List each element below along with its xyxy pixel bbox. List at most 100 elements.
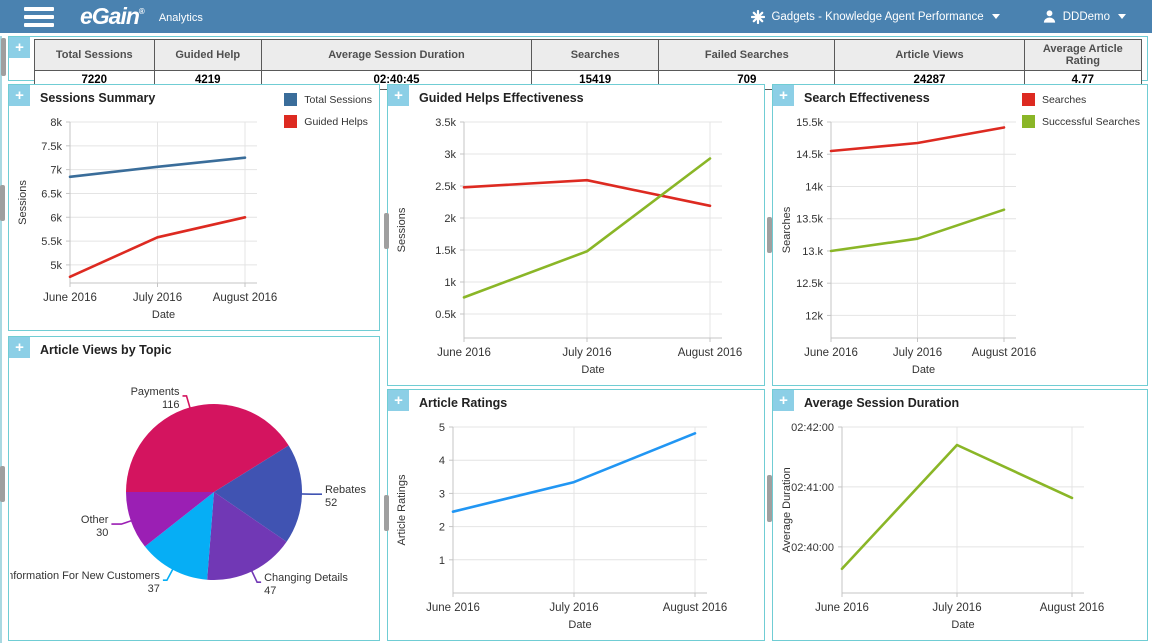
svg-text:August 2016: August 2016: [213, 292, 278, 304]
egain-logo: eGain®: [80, 3, 145, 30]
legend-entry: Total Sessions: [284, 93, 372, 106]
user-icon: [1042, 9, 1057, 24]
add-gadget-button[interactable]: +: [773, 85, 794, 106]
svg-text:2: 2: [439, 522, 445, 534]
gadgets-menu[interactable]: Gadgets - Knowledge Agent Performance: [751, 10, 999, 24]
svg-text:July 2016: July 2016: [893, 347, 942, 359]
svg-text:June 2016: June 2016: [426, 602, 480, 614]
svg-text:13.k: 13.k: [802, 246, 823, 258]
svg-text:Other: Other: [81, 514, 109, 526]
svg-text:13.5k: 13.5k: [796, 214, 823, 226]
svg-text:52: 52: [325, 497, 337, 509]
svg-text:Date: Date: [152, 309, 175, 321]
svg-text:12.5k: 12.5k: [796, 278, 823, 290]
svg-text:4: 4: [439, 455, 445, 467]
panel-title: Average Session Duration: [804, 396, 959, 410]
svg-text:1: 1: [439, 555, 445, 567]
svg-text:0.5k: 0.5k: [435, 309, 456, 321]
article-views-by-topic-chart: Payments116Rebates52Changing Details47In…: [10, 360, 378, 639]
summary-column-header: Article Views: [835, 40, 1024, 71]
svg-text:02:41:00: 02:41:00: [791, 482, 834, 494]
search-effectiveness-chart: 15.5k14.5k14k13.5k13.k12.5k12kJune 2016J…: [774, 108, 1146, 384]
chevron-down-icon: [1118, 14, 1126, 19]
user-menu[interactable]: DDDemo: [1042, 9, 1126, 24]
svg-text:Payments: Payments: [131, 386, 180, 398]
gadget-drag-handle[interactable]: [767, 217, 772, 253]
svg-text:Date: Date: [581, 364, 604, 376]
gadget-drag-handle[interactable]: [1, 38, 6, 76]
article-views-by-topic-gadget: + Article Views by Topic Payments116Reba…: [8, 336, 380, 641]
svg-text:15.5k: 15.5k: [796, 117, 823, 129]
add-gadget-button[interactable]: +: [773, 390, 794, 411]
svg-text:June 2016: June 2016: [437, 347, 491, 359]
svg-text:Searches: Searches: [781, 206, 793, 253]
summary-column-header: Searches: [532, 40, 659, 71]
panel-title: Sessions Summary: [40, 91, 155, 105]
chevron-down-icon: [992, 14, 1000, 19]
gadgets-menu-label: Gadgets - Knowledge Agent Performance: [771, 11, 983, 23]
svg-text:7.5k: 7.5k: [41, 141, 62, 153]
svg-text:02:42:00: 02:42:00: [791, 422, 834, 434]
svg-text:August 2016: August 2016: [663, 602, 728, 614]
gadget-drag-handle[interactable]: [0, 466, 5, 502]
brand-text: eGain: [80, 3, 139, 29]
dashboard-page: eGain® Analytics Gadgets - Knowledge Age…: [0, 0, 1152, 643]
svg-text:5: 5: [439, 422, 445, 434]
svg-text:1.5k: 1.5k: [435, 245, 456, 257]
top-navbar: eGain® Analytics Gadgets - Knowledge Age…: [0, 0, 1152, 33]
hamburger-bar: [24, 23, 54, 27]
add-gadget-button[interactable]: +: [9, 337, 30, 358]
svg-text:5k: 5k: [50, 260, 62, 272]
product-name: Analytics: [159, 12, 203, 24]
summary-column-header: Guided Help: [154, 40, 261, 71]
panel-title: Article Views by Topic: [40, 343, 172, 357]
navbar-right: Gadgets - Knowledge Agent Performance DD…: [751, 9, 1152, 24]
average-session-duration-gadget: + Average Session Duration 02:42:00 02:41…: [772, 389, 1148, 641]
add-gadget-button[interactable]: +: [9, 37, 30, 58]
user-name: DDDemo: [1063, 11, 1110, 23]
gadget-drag-handle[interactable]: [384, 213, 389, 249]
summary-column-header: Average Article Rating: [1024, 40, 1141, 71]
legend-swatch: [1022, 93, 1035, 106]
svg-text:30: 30: [96, 527, 108, 539]
svg-text:47: 47: [264, 585, 276, 597]
svg-text:July 2016: July 2016: [562, 347, 611, 359]
legend-label: Searches: [1042, 94, 1086, 106]
guided-helps-effectiveness-chart: 3.5k3k2.5k2k1.5k1k0.5kJune 2016July 2016…: [389, 108, 763, 384]
article-ratings-chart: 54321June 2016July 2016August 2016DateAr…: [389, 413, 763, 639]
gadget-drag-handle[interactable]: [767, 475, 772, 522]
svg-text:8k: 8k: [50, 117, 62, 129]
gadget-drag-handle[interactable]: [384, 495, 389, 531]
hamburger-bar: [24, 15, 54, 19]
svg-text:Date: Date: [912, 364, 935, 376]
panel-title: Guided Helps Effectiveness: [419, 91, 584, 105]
menu-button[interactable]: [24, 7, 54, 27]
svg-text:Rebates: Rebates: [325, 484, 366, 496]
svg-text:1k: 1k: [444, 277, 456, 289]
average-session-duration-chart: 02:42:0002:41:0002:40:00June 2016July 20…: [774, 413, 1146, 639]
svg-text:3k: 3k: [444, 149, 456, 161]
gadget-drag-handle[interactable]: [0, 185, 5, 221]
legend-entry: Searches: [1022, 93, 1140, 106]
guided-helps-effectiveness-gadget: + Guided Helps Effectiveness 3.5k3k2.5k2…: [387, 84, 765, 386]
svg-text:Information For New Customers: Information For New Customers: [10, 570, 160, 582]
panel-title: Article Ratings: [419, 396, 507, 410]
dashboard-left-rail: [0, 36, 2, 643]
svg-text:July 2016: July 2016: [549, 602, 598, 614]
summary-column-header: Failed Searches: [659, 40, 835, 71]
add-gadget-button[interactable]: +: [388, 390, 409, 411]
svg-text:6.5k: 6.5k: [41, 188, 62, 200]
summary-table: Total SessionsGuided HelpAverage Session…: [34, 39, 1142, 90]
legend-swatch: [284, 93, 297, 106]
svg-text:12k: 12k: [805, 310, 823, 322]
svg-text:2.5k: 2.5k: [435, 181, 456, 193]
svg-text:Average Duration: Average Duration: [781, 467, 793, 552]
add-gadget-button[interactable]: +: [388, 85, 409, 106]
hamburger-bar: [24, 7, 54, 11]
svg-text:6k: 6k: [50, 212, 62, 224]
svg-text:Sessions: Sessions: [17, 180, 29, 225]
svg-text:August 2016: August 2016: [972, 347, 1037, 359]
add-gadget-button[interactable]: +: [9, 85, 30, 106]
svg-text:August 2016: August 2016: [678, 347, 743, 359]
svg-text:3: 3: [439, 488, 445, 500]
